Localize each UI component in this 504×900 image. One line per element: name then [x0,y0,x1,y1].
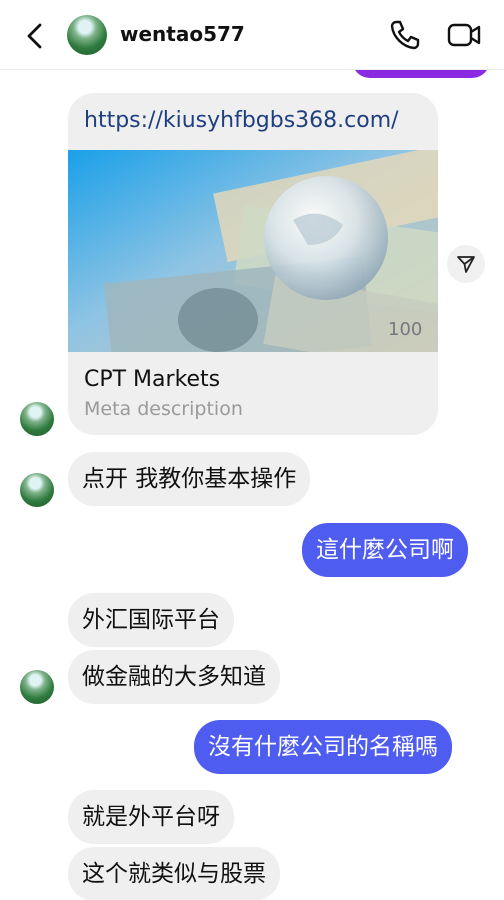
phone-icon [390,20,420,50]
incoming-message[interactable]: 外汇国际平台 [68,593,234,647]
outgoing-message[interactable]: 沒有什麼公司的名稱嗎 [194,720,452,774]
incoming-message[interactable]: 就是外平台呀 [68,790,234,844]
contact-avatar[interactable] [67,15,107,55]
chevron-left-icon [27,23,42,49]
contact-username[interactable]: wentao577 [120,22,245,46]
video-camera-icon [447,23,481,47]
link-preview-title: CPT Markets [84,367,221,392]
outgoing-message[interactable]: 這什麼公司啊 [302,523,468,577]
chat-header: wentao577 [0,0,504,70]
link-preview-description: Meta description [84,398,243,420]
back-button[interactable] [18,18,50,54]
share-button[interactable] [447,245,485,283]
incoming-message[interactable]: 点开 我教你基本操作 [68,452,311,506]
paper-plane-icon [457,256,475,273]
video-call-button[interactable] [446,18,482,52]
link-preview-image[interactable]: 100 [68,150,438,352]
incoming-message[interactable]: 这个就类似与股票 [68,847,280,900]
sender-avatar[interactable] [20,402,54,436]
link-preview-url[interactable]: https://kiusyhfbgbs368.com/ [84,108,399,133]
link-preview-card[interactable]: https://kiusyhfbgbs368.com/ 100 CPT Mark… [68,93,438,435]
svg-text:100: 100 [388,319,422,340]
sender-avatar[interactable] [20,670,54,704]
audio-call-button[interactable] [388,18,422,52]
sender-avatar[interactable] [20,473,54,507]
incoming-message[interactable]: 做金融的大多知道 [68,650,280,704]
